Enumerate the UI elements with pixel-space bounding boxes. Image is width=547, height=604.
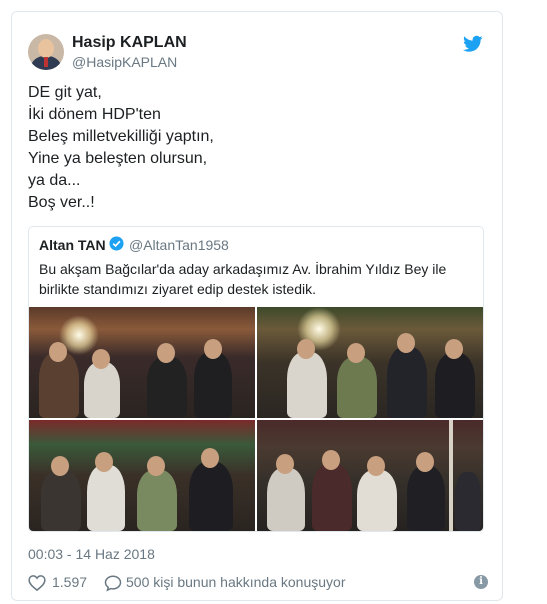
tweet-timestamp[interactable]: 00:03 - 14 Haz 2018	[28, 546, 155, 562]
author-avatar[interactable]	[28, 34, 64, 70]
tweet-line: DE git yat,	[28, 84, 102, 101]
author-name[interactable]: Hasip KAPLAN	[72, 34, 187, 52]
tweet-line: Yine ya beleşten olursun,	[28, 150, 208, 167]
quoted-author-name[interactable]: Altan TAN	[39, 237, 106, 253]
tweet-line: Boş ver..!	[28, 194, 95, 211]
quoted-author-handle[interactable]: @AltanTan1958	[129, 237, 229, 253]
photo-2[interactable]	[257, 307, 483, 418]
tweet-actions: 1.597 500 kişi bunun hakkında konuşuyor …	[28, 573, 488, 593]
photo-3[interactable]	[29, 420, 255, 531]
info-icon[interactable]: i	[474, 575, 488, 589]
conversation-link[interactable]: 500 kişi bunun hakkında konuşuyor	[126, 574, 345, 590]
tweet-line: İki dönem HDP'ten	[28, 106, 161, 123]
quoted-tweet-text: Bu akşam Bağcılar'da aday arkadaşımız Av…	[39, 261, 447, 297]
heart-icon[interactable]	[28, 574, 46, 592]
tweet-line: Beleş milletvekilliği yaptın,	[28, 128, 214, 145]
photo-grid	[29, 307, 483, 531]
photo-1[interactable]	[29, 307, 255, 418]
verified-badge-icon	[109, 236, 124, 251]
photo-4[interactable]	[257, 420, 483, 531]
speech-bubble-icon[interactable]	[104, 574, 122, 592]
author-handle[interactable]: @HasipKAPLAN	[72, 54, 177, 70]
tweet-line: ya da...	[28, 172, 81, 189]
tweet-text: DE git yat, İki dönem HDP'ten Beleş mill…	[28, 82, 214, 214]
like-count[interactable]: 1.597	[52, 574, 87, 590]
quoted-tweet[interactable]: Altan TAN @AltanTan1958 Bu akşam Bağcıla…	[28, 226, 484, 532]
twitter-bird-icon[interactable]	[463, 35, 483, 53]
embedded-tweet-card: Hasip KAPLAN @HasipKAPLAN DE git yat, İk…	[11, 11, 503, 601]
